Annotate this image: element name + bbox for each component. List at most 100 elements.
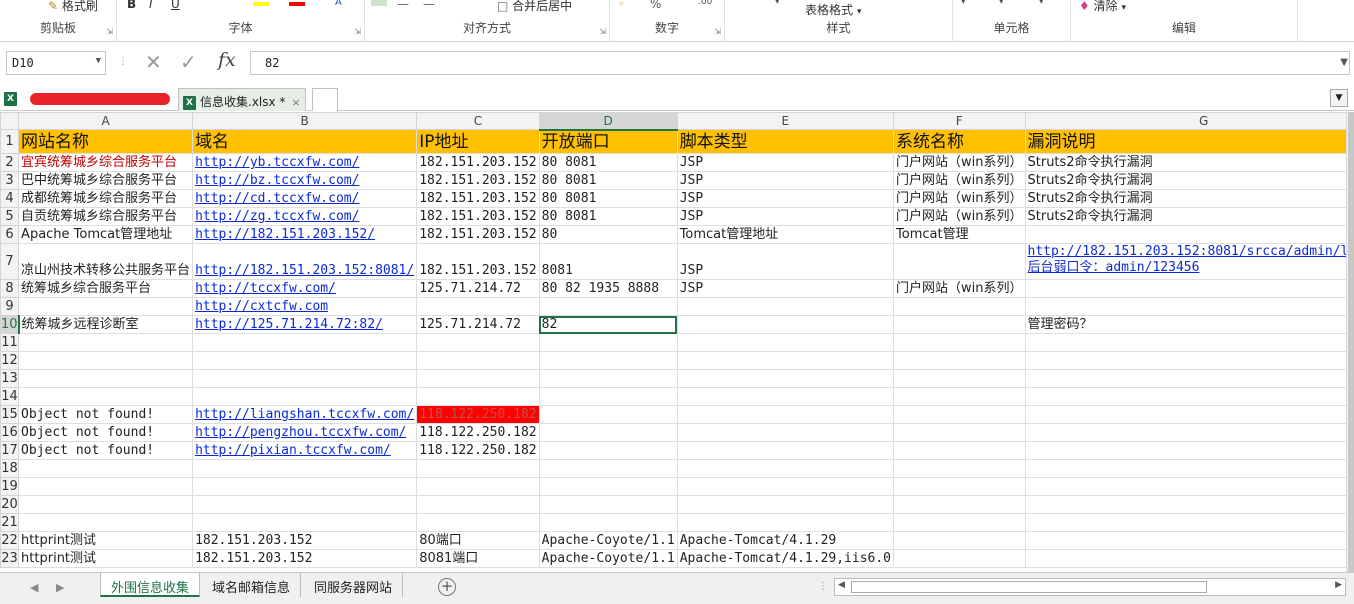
cell-g6[interactable]	[1024, 225, 1346, 244]
cell-b7[interactable]: http://182.151.203.152:8081/	[192, 243, 418, 280]
cancel-icon[interactable]: ✕	[145, 50, 162, 74]
cell-f11[interactable]	[893, 333, 1026, 352]
cell-a4[interactable]: 成都统筹城乡综合服务平台	[18, 189, 194, 208]
cell-b17[interactable]: http://pixian.tccxfw.com/	[192, 441, 418, 460]
cell-e4[interactable]: JSP	[676, 189, 895, 208]
currency-icon[interactable]: ◦	[618, 0, 625, 11]
row-header[interactable]: 2	[0, 153, 20, 172]
cell-a1[interactable]: 网站名称	[18, 129, 194, 154]
format-dropdown[interactable]: ▾	[1039, 0, 1044, 7]
cell-e11[interactable]	[676, 333, 895, 352]
row-header[interactable]: 18	[0, 459, 20, 478]
cell-e19[interactable]	[676, 477, 895, 496]
insert-dropdown[interactable]: ▾	[961, 0, 966, 7]
sheet-tab-0[interactable]: 外围信息收集	[100, 573, 201, 597]
redacted-workbook-tab[interactable]	[30, 93, 170, 105]
cell-c11[interactable]	[416, 333, 540, 352]
row-header[interactable]: 12	[0, 351, 20, 370]
cell-b3[interactable]: http://bz.tccxfw.com/	[192, 171, 418, 190]
cell-e21[interactable]	[676, 513, 895, 532]
cell-d3[interactable]: 80 8081	[538, 171, 678, 190]
formula-input[interactable]: 82	[250, 51, 1350, 75]
cell-d1[interactable]: 开放端口	[538, 129, 678, 154]
cell-d11[interactable]	[538, 333, 678, 352]
cell-d15[interactable]	[538, 405, 678, 424]
cell-e2[interactable]: JSP	[676, 153, 895, 172]
cell-a10[interactable]: 统筹城乡远程诊断室	[18, 315, 194, 334]
dialog-launcher-icon[interactable]: ⇲	[106, 27, 113, 36]
chevron-down-icon[interactable]: ▼	[1330, 89, 1348, 107]
cell-c8[interactable]: 125.71.214.72	[416, 279, 540, 298]
column-header-b[interactable]: B	[192, 112, 418, 130]
next-sheet-icon[interactable]: ▶	[56, 581, 64, 594]
column-header-d[interactable]: D	[538, 112, 678, 131]
format-as-table-button[interactable]: 表格格式 ▾	[805, 1, 861, 18]
cell-c17[interactable]: 118.122.250.182	[416, 441, 540, 460]
cell-c14[interactable]	[416, 387, 540, 406]
cell-a13[interactable]	[18, 369, 194, 388]
vertical-scroll-thumb[interactable]	[1348, 112, 1354, 572]
cell-a8[interactable]: 统筹城乡综合服务平台	[18, 279, 194, 298]
cell-b22[interactable]: 182.151.203.152	[192, 531, 418, 550]
cell-d20[interactable]	[538, 495, 678, 514]
cell-e14[interactable]	[676, 387, 895, 406]
cell-g9[interactable]	[1024, 297, 1346, 316]
row-header[interactable]: 15	[0, 405, 20, 424]
align-right-icon[interactable]: —	[423, 0, 435, 11]
merge-center-button[interactable]: □ 合并后居中	[497, 0, 572, 14]
cell-c7[interactable]: 182.151.203.152	[416, 243, 540, 280]
cell-f18[interactable]	[893, 459, 1026, 478]
cell-d14[interactable]	[538, 387, 678, 406]
cell-b21[interactable]	[192, 513, 418, 532]
cell-a17[interactable]: Object not found!	[18, 441, 194, 460]
cell-b1[interactable]: 域名	[192, 129, 418, 154]
cell-link[interactable]: http://182.151.203.152:8081/srcca/admin/…	[1028, 245, 1347, 261]
row-header[interactable]: 13	[0, 369, 20, 388]
scroll-right-icon[interactable]: ▶	[1335, 580, 1342, 590]
cell-b15[interactable]: http://liangshan.tccxfw.com/	[192, 405, 418, 424]
align-center-icon[interactable]: —	[397, 0, 409, 11]
cell-f16[interactable]	[893, 423, 1026, 442]
cell-b5[interactable]: http://zg.tccxfw.com/	[192, 207, 418, 226]
cell-e1[interactable]: 脚本类型	[676, 129, 895, 154]
horizontal-scrollbar[interactable]: ◀ ▶	[834, 578, 1346, 596]
cell-e12[interactable]	[676, 351, 895, 370]
horizontal-scroll-thumb[interactable]	[851, 581, 1207, 593]
delete-dropdown[interactable]: ▾	[999, 0, 1004, 7]
clear-button[interactable]: ♦ 清除 ▾	[1079, 0, 1126, 14]
cell-d4[interactable]: 80 8081	[538, 189, 678, 208]
formula-bar-grip[interactable]: ⋮	[118, 56, 128, 67]
cell-a16[interactable]: Object not found!	[18, 423, 194, 442]
cell-e3[interactable]: JSP	[676, 171, 895, 190]
cell-link[interactable]: 后台弱口令：admin/123456	[1028, 260, 1347, 276]
add-sheet-icon[interactable]: +	[438, 578, 456, 596]
conditional-format-dropdown[interactable]: ▾	[775, 0, 780, 7]
cell-b4[interactable]: http://cd.tccxfw.com/	[192, 189, 418, 208]
insert-function-button[interactable]: fx	[218, 49, 236, 71]
row-header[interactable]: 1	[0, 129, 20, 154]
cell-d23[interactable]: Apache-Coyote/1.1	[538, 549, 678, 568]
name-box[interactable]: D10 ▼	[6, 51, 106, 75]
cell-c1[interactable]: IP地址	[416, 129, 540, 154]
cell-f23[interactable]	[893, 549, 1026, 568]
cell-d8[interactable]: 80 82 1935 8888	[538, 279, 678, 298]
cell-d2[interactable]: 80 8081	[538, 153, 678, 172]
cell-a6[interactable]: Apache Tomcat管理地址	[18, 225, 194, 244]
cell-c22[interactable]: 80端口	[416, 531, 540, 550]
format-painter-button[interactable]: ✎ 格式刷	[48, 0, 98, 14]
cell-g4[interactable]: Struts2命令执行漏洞	[1024, 189, 1346, 208]
cell-c18[interactable]	[416, 459, 540, 478]
cell-e18[interactable]	[676, 459, 895, 478]
cell-g17[interactable]	[1024, 441, 1346, 460]
workbook-tab-active[interactable]: X 信息收集.xlsx * ×	[178, 88, 306, 111]
cell-f8[interactable]: 门户网站（win系列）	[893, 279, 1026, 298]
cell-a3[interactable]: 巴中统筹城乡综合服务平台	[18, 171, 194, 190]
dialog-launcher-icon[interactable]: ⇲	[354, 27, 361, 36]
cell-g1[interactable]: 漏洞说明	[1024, 129, 1346, 154]
bold-button[interactable]: B	[127, 0, 136, 11]
cell-f4[interactable]: 门户网站（win系列）	[893, 189, 1026, 208]
cell-a7[interactable]: 凉山州技术转移公共服务平台	[18, 243, 194, 280]
cell-e16[interactable]	[676, 423, 895, 442]
cell-c20[interactable]	[416, 495, 540, 514]
cell-e20[interactable]	[676, 495, 895, 514]
